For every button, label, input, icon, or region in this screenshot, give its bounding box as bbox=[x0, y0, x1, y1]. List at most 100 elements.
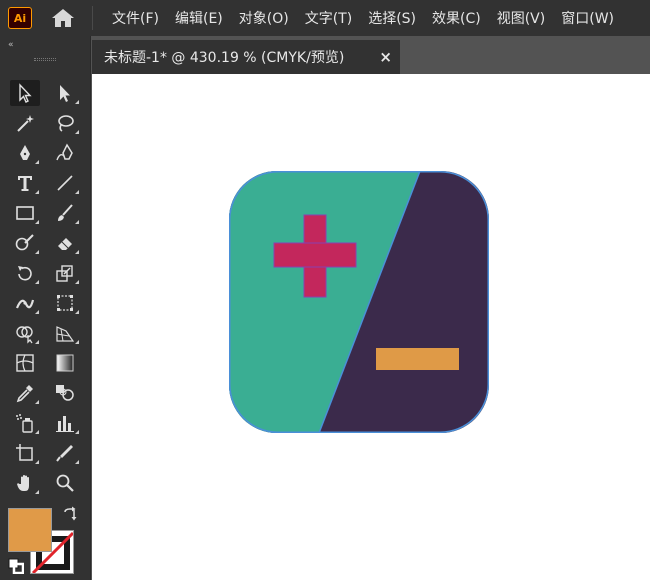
selection-arrow-icon bbox=[19, 83, 32, 103]
free-transform-tool[interactable] bbox=[50, 290, 80, 316]
lasso-icon bbox=[58, 115, 74, 132]
shape-builder-tool[interactable] bbox=[10, 320, 40, 346]
menu-bar: Ai 文件(F) 编辑(E) 对象(O) 文字(T) 选择(S) 效果(C) 视… bbox=[0, 0, 650, 36]
type-tool[interactable] bbox=[10, 170, 40, 196]
rectangle-icon bbox=[16, 206, 34, 220]
panel-grip[interactable] bbox=[34, 58, 56, 61]
tool-flyout-indicator bbox=[35, 160, 39, 164]
gradient-icon bbox=[56, 354, 74, 372]
tool-flyout-indicator bbox=[75, 220, 79, 224]
gradient-tool[interactable] bbox=[50, 350, 80, 376]
rotate-icon bbox=[18, 266, 32, 281]
home-icon bbox=[52, 9, 74, 27]
tool-flyout-indicator bbox=[35, 250, 39, 254]
menu-window[interactable]: 窗口(W) bbox=[561, 8, 614, 28]
document-tab-bar: 未标题-1* @ 430.19 % (CMYK/预览) × bbox=[92, 36, 650, 74]
rotate-tool[interactable] bbox=[10, 260, 40, 286]
tool-flyout-indicator bbox=[35, 340, 39, 344]
tool-flyout-indicator bbox=[35, 190, 39, 194]
scale-icon bbox=[56, 265, 73, 282]
eyedropper-tool[interactable] bbox=[10, 380, 40, 406]
swap-fill-stroke-button[interactable] bbox=[62, 506, 78, 522]
selection-tool[interactable] bbox=[10, 80, 40, 106]
column-graph-tool[interactable] bbox=[50, 410, 80, 436]
tool-flyout-indicator bbox=[75, 130, 79, 134]
mesh-tool[interactable] bbox=[10, 350, 40, 376]
artboard-tool[interactable] bbox=[10, 440, 40, 466]
pen-nib-icon bbox=[20, 145, 30, 160]
artboard-icon bbox=[16, 444, 33, 461]
line-segment-icon bbox=[57, 175, 73, 191]
menu-view[interactable]: 视图(V) bbox=[497, 8, 546, 28]
default-fill-stroke-button[interactable] bbox=[8, 558, 25, 575]
direct-selection-tool[interactable] bbox=[50, 80, 80, 106]
zoom-tool[interactable] bbox=[50, 470, 80, 496]
shaper-icon bbox=[15, 234, 34, 251]
lasso-tool[interactable] bbox=[50, 110, 80, 136]
magic-wand-tool[interactable] bbox=[10, 110, 40, 136]
home-button[interactable] bbox=[50, 7, 76, 29]
eraser-icon bbox=[58, 238, 72, 250]
tool-flyout-indicator bbox=[75, 100, 79, 104]
curvature-pen-icon bbox=[56, 143, 73, 161]
perspective-grid-icon bbox=[56, 326, 75, 342]
pen-tool[interactable] bbox=[10, 140, 40, 166]
tool-flyout-indicator bbox=[75, 310, 79, 314]
swap-arrow-icon bbox=[64, 506, 77, 521]
direct-selection-arrow-icon bbox=[60, 85, 70, 102]
document-tab[interactable]: 未标题-1* @ 430.19 % (CMYK/预览) × bbox=[92, 40, 400, 74]
zoom-magnifier-icon bbox=[56, 474, 74, 492]
document-tab-title: 未标题-1* @ 430.19 % (CMYK/预览) bbox=[104, 50, 345, 66]
tool-flyout-indicator bbox=[35, 280, 39, 284]
app-logo: Ai bbox=[8, 7, 32, 29]
paintbrush-icon bbox=[58, 204, 73, 221]
width-tool-icon bbox=[15, 299, 35, 309]
line-segment-tool[interactable] bbox=[50, 170, 80, 196]
magic-wand-icon bbox=[17, 115, 34, 132]
menu-edit[interactable]: 编辑(E) bbox=[175, 8, 223, 28]
shape-builder-icon bbox=[16, 326, 33, 344]
tool-flyout-indicator bbox=[35, 460, 39, 464]
default-colors-icon bbox=[8, 558, 25, 575]
hand-tool[interactable] bbox=[10, 470, 40, 496]
paintbrush-tool[interactable] bbox=[50, 200, 80, 226]
blend-tool[interactable] bbox=[50, 380, 80, 406]
width-tool[interactable] bbox=[10, 290, 40, 316]
symbol-sprayer-tool[interactable] bbox=[10, 410, 40, 436]
tool-flyout-indicator bbox=[35, 220, 39, 224]
tool-flyout-indicator bbox=[35, 430, 39, 434]
app-logo-text: Ai bbox=[13, 11, 27, 25]
tool-flyout-indicator bbox=[75, 280, 79, 284]
menu-type[interactable]: 文字(T) bbox=[305, 8, 352, 28]
tool-flyout-indicator bbox=[35, 310, 39, 314]
slice-knife-icon bbox=[56, 445, 73, 462]
tool-flyout-indicator bbox=[75, 250, 79, 254]
tool-flyout-indicator bbox=[75, 460, 79, 464]
collapse-panel-button[interactable]: « bbox=[8, 40, 13, 50]
mesh-icon bbox=[16, 354, 34, 372]
curvature-tool[interactable] bbox=[50, 140, 80, 166]
eyedropper-icon bbox=[16, 385, 33, 403]
fill-color-swatch-front[interactable] bbox=[8, 508, 52, 552]
scale-tool[interactable] bbox=[50, 260, 80, 286]
close-tab-button[interactable]: × bbox=[379, 48, 392, 66]
menu-effect[interactable]: 效果(C) bbox=[432, 8, 481, 28]
rectangle-tool[interactable] bbox=[10, 200, 40, 226]
tool-flyout-indicator bbox=[75, 190, 79, 194]
column-graph-icon bbox=[56, 416, 74, 432]
type-t-icon bbox=[18, 176, 32, 191]
free-transform-icon bbox=[57, 295, 73, 311]
slice-tool[interactable] bbox=[50, 440, 80, 466]
menu-object[interactable]: 对象(O) bbox=[239, 8, 289, 28]
eraser-tool[interactable] bbox=[50, 230, 80, 256]
menu-select[interactable]: 选择(S) bbox=[368, 8, 416, 28]
tool-flyout-indicator bbox=[75, 340, 79, 344]
icon-artwork[interactable] bbox=[229, 171, 489, 433]
perspective-grid-tool[interactable] bbox=[50, 320, 80, 346]
tools-panel: « bbox=[0, 36, 91, 580]
tool-flyout-indicator bbox=[35, 490, 39, 494]
menu-divider bbox=[92, 6, 93, 30]
shaper-tool[interactable] bbox=[10, 230, 40, 256]
minus-symbol[interactable] bbox=[376, 348, 459, 370]
menu-file[interactable]: 文件(F) bbox=[112, 8, 159, 28]
